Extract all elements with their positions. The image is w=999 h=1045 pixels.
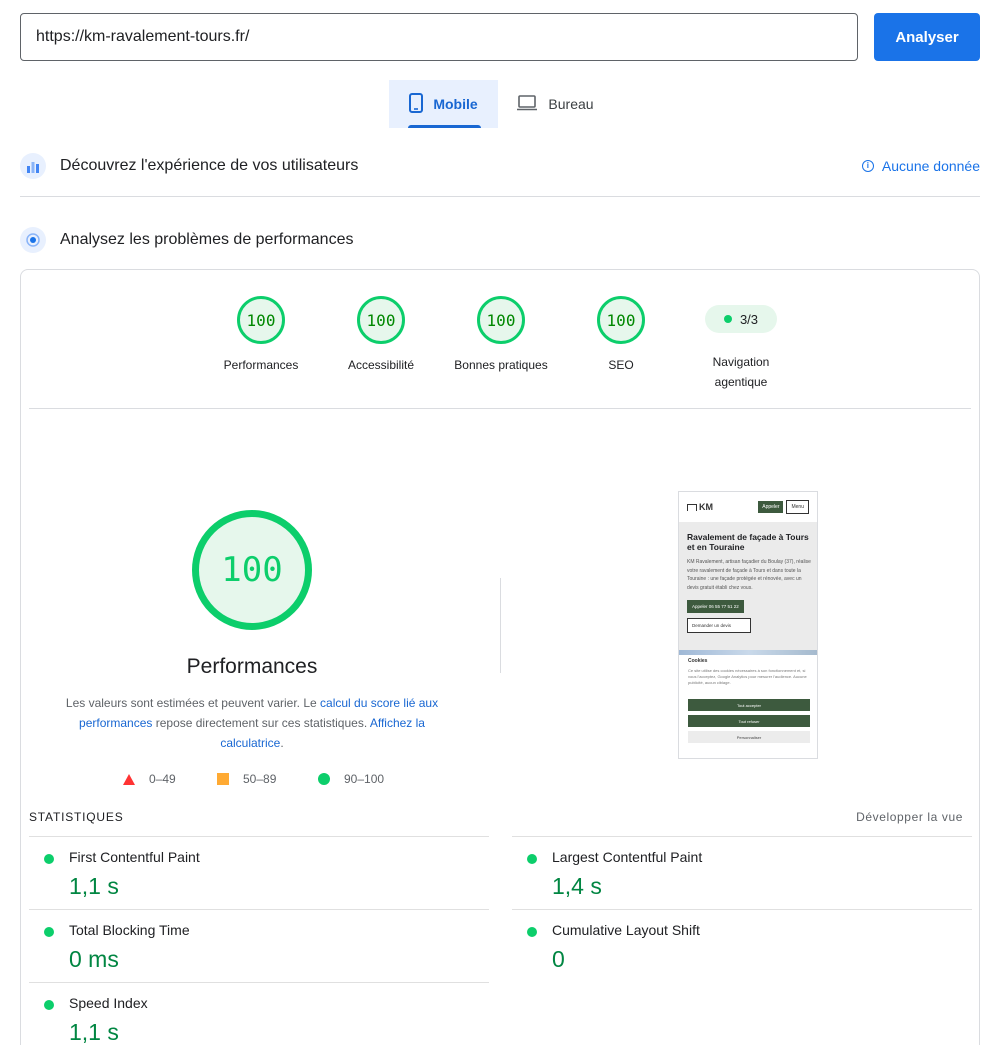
- metric-value: 0 ms: [69, 946, 119, 972]
- average-square-icon: [217, 773, 229, 785]
- metrics-title: STATISTIQUES: [29, 810, 124, 824]
- metric-name: Total Blocking Time: [69, 922, 190, 938]
- score-gauges: 100 Performances 100 Accessibilité 100 B…: [21, 296, 981, 406]
- thumb-cta-quote: Demander un devis: [687, 618, 751, 633]
- thumb-cookie-banner: Cookies Ce site utilise des cookies néce…: [679, 655, 817, 758]
- thumb-call-button: Appeler: [758, 501, 784, 513]
- metric-tbt: Total Blocking Time 0 ms: [29, 909, 489, 982]
- tab-desktop[interactable]: Bureau: [505, 80, 605, 128]
- agentic-value: 3/3: [739, 311, 759, 327]
- performance-disclaimer: Les valeurs sont estimées et peuvent var…: [65, 696, 439, 750]
- performance-big-gauge: 100: [192, 510, 312, 630]
- lab-data-title: Analysez les problèmes de performances: [60, 231, 354, 248]
- pass-dot-icon: [527, 927, 537, 937]
- gauge-ring: 100: [237, 296, 285, 344]
- metric-value: 1,4 s: [552, 873, 602, 899]
- gauge-seo[interactable]: 100 SEO: [561, 296, 681, 375]
- metric-lcp: Largest Contentful Paint 1,4 s: [512, 836, 972, 909]
- lighthouse-icon: [20, 227, 46, 253]
- no-data-link[interactable]: i Aucune donnée: [861, 150, 980, 182]
- metric-speed-index: Speed Index 1,1 s: [29, 982, 489, 1045]
- legend-fail: 0–49: [123, 772, 176, 786]
- performance-score: 100: [221, 550, 283, 590]
- legend-average: 50–89: [217, 772, 276, 786]
- pass-dot-icon: [527, 854, 537, 864]
- tab-selected-indicator: [408, 125, 481, 128]
- gauge-agentic-navigation[interactable]: 3/3 Navigation agentique: [681, 296, 801, 392]
- report-card: 100 Performances 100 Accessibilité 100 B…: [20, 269, 980, 1045]
- house-logo-icon: [687, 503, 697, 511]
- metric-name: Largest Contentful Paint: [552, 849, 703, 865]
- metric-cls: Cumulative Layout Shift 0: [512, 909, 972, 982]
- thumb-hero: Ravalement de façade à Tours et en Toura…: [679, 522, 817, 652]
- field-data-section-header: Découvrez l'expérience de vos utilisateu…: [20, 150, 980, 182]
- metric-value: 1,1 s: [69, 1019, 119, 1045]
- thumb-customize-button: Personnaliser: [688, 731, 810, 743]
- no-data-label: Aucune donnée: [881, 158, 980, 174]
- pass-dot-icon: [44, 1000, 54, 1010]
- pass-dot-icon: [44, 854, 54, 864]
- gauge-label: Accessibilité: [347, 358, 415, 372]
- metric-name: Speed Index: [69, 995, 148, 1011]
- thumb-refuse-button: Tout refuser: [688, 715, 810, 727]
- thumb-header: KM Appeler Menu: [679, 492, 817, 522]
- lab-data-section-header: Analysez les problèmes de performances: [20, 224, 980, 256]
- performance-title: Performances: [186, 655, 318, 678]
- tab-mobile[interactable]: Mobile: [389, 80, 498, 128]
- metric-fcp: First Contentful Paint 1,1 s: [29, 836, 489, 909]
- gauge-label: Performances: [223, 358, 299, 372]
- metric-value: 0: [552, 946, 565, 972]
- thumb-heading: Ravalement de façade à Tours et en Toura…: [687, 532, 809, 552]
- thumb-cta-call: Appeler 06 55 77 51 22: [687, 600, 744, 613]
- thumb-text: KM Ravalement, artisan façadier du Boula…: [687, 559, 811, 591]
- agentic-pill: 3/3: [705, 305, 777, 333]
- gauge-best-practices[interactable]: 100 Bonnes pratiques: [441, 296, 561, 375]
- score-legend: 0–49 50–89 90–100: [121, 772, 421, 792]
- vertical-divider: [500, 578, 501, 673]
- gauge-ring: 100: [357, 296, 405, 344]
- fail-triangle-icon: [123, 773, 135, 785]
- pass-circle-icon: [318, 773, 330, 785]
- tab-desktop-label: Bureau: [548, 96, 594, 112]
- gauge-performance[interactable]: 100 Performances: [201, 296, 321, 375]
- page-screenshot-thumbnail: KM Appeler Menu Ravalement de façade à T…: [678, 491, 818, 759]
- legend-pass: 90–100: [318, 772, 384, 786]
- smartphone-icon: [409, 92, 424, 116]
- pass-dot-icon: [44, 927, 54, 937]
- pass-dot-icon: [723, 315, 732, 323]
- gauge-label: Navigation agentique: [712, 355, 770, 389]
- metric-name: Cumulative Layout Shift: [552, 922, 700, 938]
- thumb-cookie-text: Ce site utilise des cookies nécessaires …: [688, 668, 807, 685]
- gauge-accessibility[interactable]: 100 Accessibilité: [321, 296, 441, 375]
- thumb-menu-button: Menu: [786, 500, 809, 514]
- field-data-title: Découvrez l'expérience de vos utilisateu…: [60, 157, 359, 174]
- info-icon: i: [861, 160, 874, 172]
- analyze-button[interactable]: Analyser: [874, 13, 980, 61]
- gauge-label: Bonnes pratiques: [454, 358, 548, 372]
- section-divider: [20, 196, 980, 197]
- thumb-cookie-title: Cookies: [688, 658, 708, 664]
- metric-name: First Contentful Paint: [69, 849, 200, 865]
- metric-value: 1,1 s: [69, 873, 119, 899]
- laptop-icon: [516, 94, 538, 114]
- thumb-logo: KM: [687, 502, 713, 512]
- card-divider: [29, 408, 971, 409]
- gauge-ring: 100: [597, 296, 645, 344]
- users-experience-icon: [20, 153, 46, 179]
- url-input[interactable]: [20, 13, 858, 61]
- thumb-accept-button: Tout accepter: [688, 699, 810, 711]
- tab-mobile-label: Mobile: [433, 96, 478, 112]
- metrics-header: STATISTIQUES Développer la vue: [29, 810, 971, 828]
- gauge-ring: 100: [477, 296, 525, 344]
- expand-view-toggle[interactable]: Développer la vue: [856, 810, 963, 824]
- gauge-label: SEO: [608, 358, 634, 372]
